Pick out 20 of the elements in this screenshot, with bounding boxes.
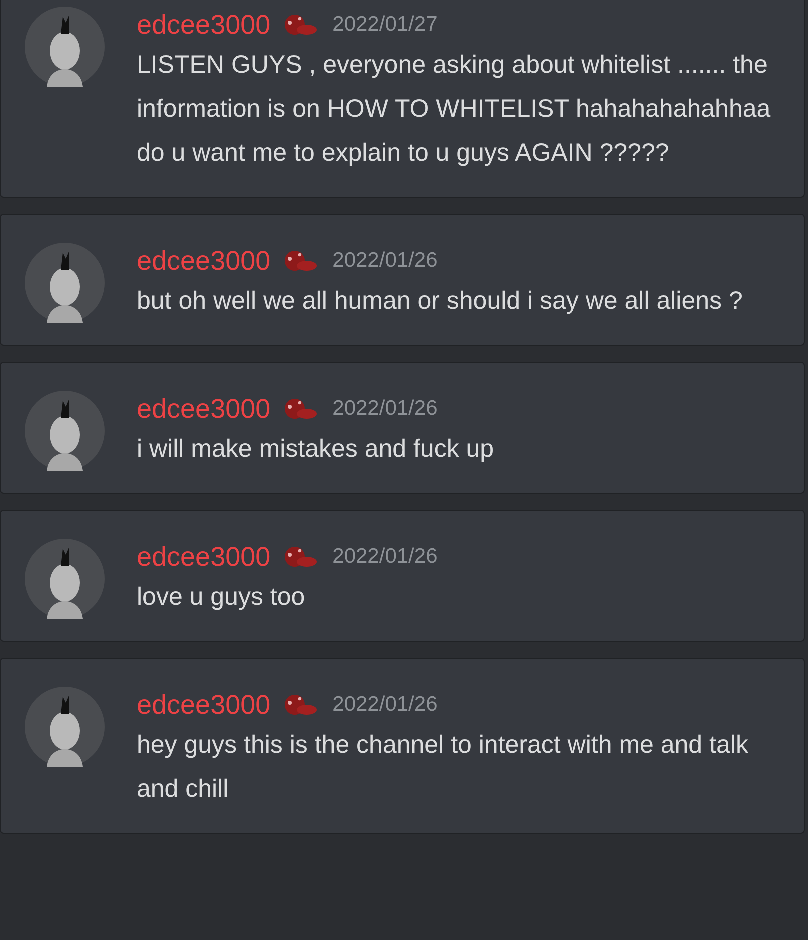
timestamp: 2022/01/26: [332, 396, 438, 422]
message-text: but oh well we all human or should i say we all aliens ?: [137, 286, 744, 317]
message-text: love u guys too: [137, 582, 306, 613]
timestamp: 2022/01/26: [332, 692, 438, 718]
avatar[interactable]: [25, 539, 105, 619]
author-name[interactable]: edcee3000: [137, 7, 271, 43]
timestamp: 2022/01/27: [332, 12, 438, 38]
avatar[interactable]: [25, 391, 105, 471]
timestamp: 2022/01/26: [332, 544, 438, 570]
message-text: hey guys this is the channel to interact with me and talk and chill: [137, 730, 750, 805]
message-text: LISTEN GUYS , everyone asking about whitelist ....... the information is on HOW TO WHITELIST hahahahahahhaa do u want me to explain to u guys AGAIN ?????: [137, 50, 772, 169]
avatar[interactable]: [25, 7, 105, 87]
timestamp: 2022/01/26: [332, 248, 438, 274]
avatar[interactable]: [25, 687, 105, 767]
avatar[interactable]: [25, 243, 105, 323]
message-text: i will make mistakes and fuck up: [137, 434, 496, 465]
author-name[interactable]: edcee3000: [137, 539, 271, 575]
author-name[interactable]: edcee3000: [137, 687, 271, 723]
author-name[interactable]: edcee3000: [137, 243, 271, 279]
author-name[interactable]: edcee3000: [137, 391, 271, 427]
